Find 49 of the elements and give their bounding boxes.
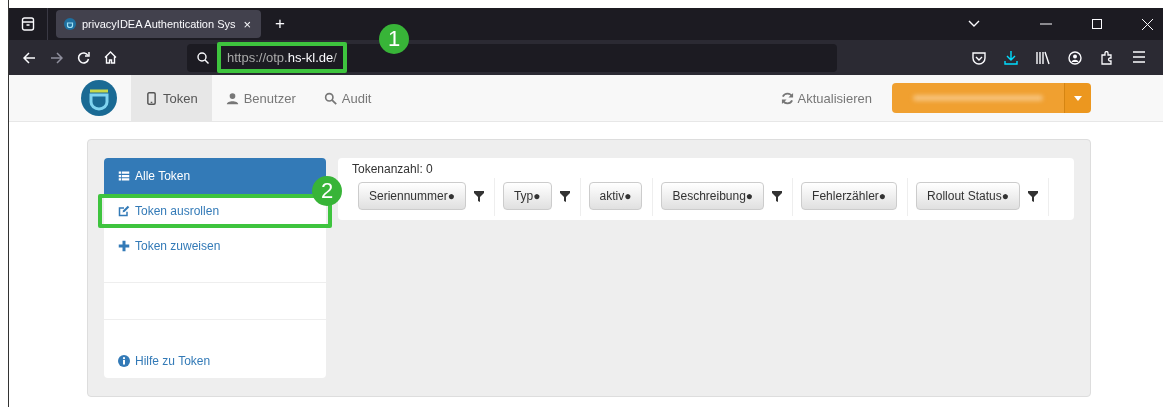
tab-list-icon[interactable]: [21, 17, 35, 31]
maximize-icon[interactable]: [1092, 19, 1102, 29]
browser-tab[interactable]: privacyIDEA Authentication Sys ×: [56, 10, 262, 38]
phone-icon: [145, 91, 158, 105]
column-sort-button[interactable]: Seriennummer●: [358, 182, 466, 210]
home-icon[interactable]: [104, 51, 117, 64]
caret-icon: [1074, 95, 1082, 101]
edit-icon: [118, 205, 130, 217]
search-icon: [323, 91, 337, 105]
close-icon[interactable]: [1142, 18, 1153, 30]
new-tab-button[interactable]: +: [275, 14, 285, 34]
user-icon: [225, 91, 239, 105]
column-sort-button[interactable]: aktiv●: [588, 182, 643, 210]
shield-logo-icon: [64, 18, 76, 30]
search-icon: [197, 51, 209, 64]
nav-tab[interactable]: Audit: [309, 75, 386, 121]
account-icon[interactable]: [1068, 50, 1082, 65]
sidebar-item[interactable]: Token zuweisen: [104, 228, 326, 264]
download-icon[interactable]: [1004, 50, 1018, 65]
filter-icon[interactable]: [473, 190, 484, 202]
refresh-icon: [780, 91, 794, 105]
back-icon[interactable]: [23, 51, 36, 64]
chevron-down-icon[interactable]: [968, 20, 980, 28]
column-sort-button[interactable]: Beschreibung●: [661, 182, 765, 210]
pocket-icon[interactable]: [972, 50, 986, 65]
app-logo-icon[interactable]: [81, 80, 117, 116]
menu-icon[interactable]: [1132, 50, 1146, 63]
list-icon: [118, 169, 130, 182]
library-icon[interactable]: [1036, 50, 1050, 65]
refresh-button[interactable]: Aktualisieren: [774, 89, 878, 107]
close-tab-button[interactable]: ×: [241, 16, 254, 32]
nav-tab[interactable]: Token: [131, 75, 212, 121]
forward-icon[interactable]: [50, 51, 63, 64]
tab-title: privacyIDEA Authentication Sys: [82, 18, 236, 30]
step-badge: 2: [312, 176, 342, 206]
extensions-icon[interactable]: [1100, 50, 1114, 65]
column-sort-button[interactable]: Typ●: [502, 182, 552, 210]
column-sort-button[interactable]: Rollout Status●: [916, 182, 1021, 210]
url-text: https://otp.hs-kl.de/: [217, 42, 347, 73]
filter-icon[interactable]: [772, 190, 783, 202]
reload-icon[interactable]: [77, 51, 90, 64]
column-sort-button[interactable]: Fehlerzähler●: [801, 182, 898, 210]
info-icon: [118, 355, 130, 367]
help-link[interactable]: Hilfe zu Token: [104, 320, 326, 378]
token-count: Tokenanzahl: 0: [352, 162, 434, 176]
filter-icon[interactable]: [559, 190, 570, 202]
filter-icon[interactable]: [1028, 190, 1039, 202]
nav-tab[interactable]: Benutzer: [211, 75, 310, 121]
plus-icon: [118, 239, 130, 252]
